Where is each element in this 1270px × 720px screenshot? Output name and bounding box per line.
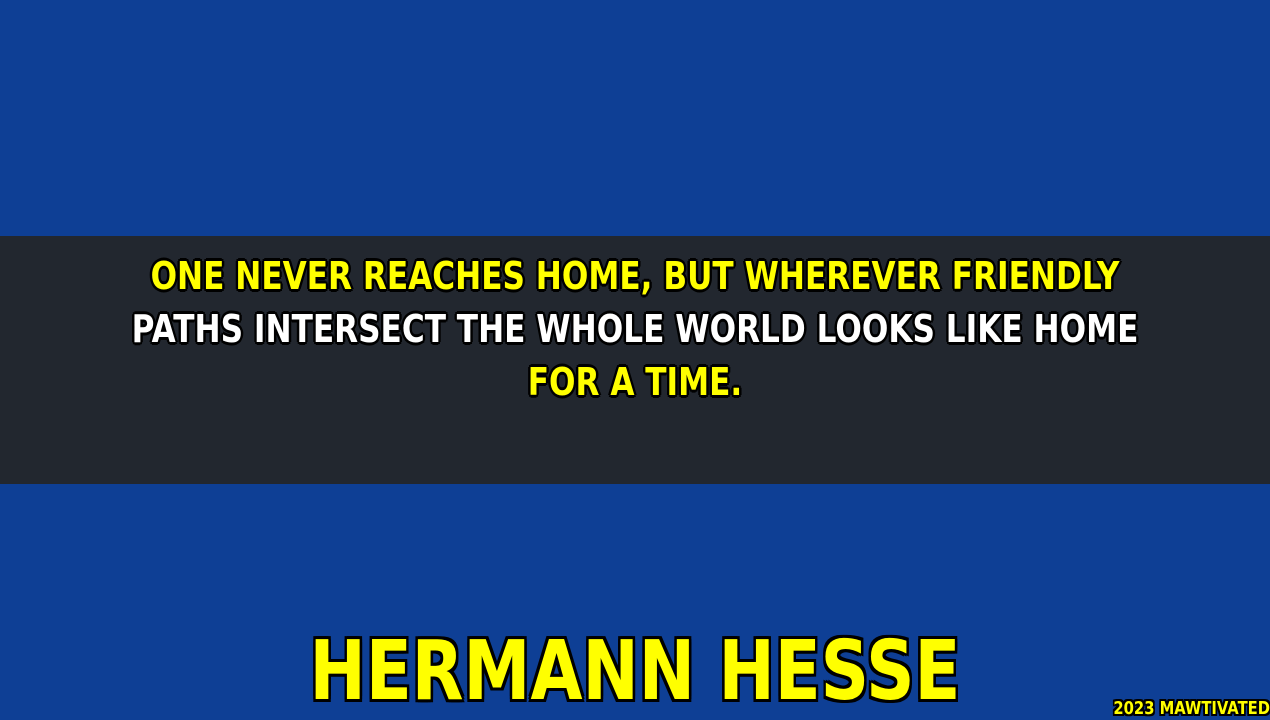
watermark-text: 2023 MAWTIVATED: [1113, 698, 1270, 719]
quote-line-3: FOR A TIME.: [527, 360, 743, 404]
quote-line-1: ONE NEVER REACHES HOME, BUT WHEREVER FRI…: [150, 254, 1120, 298]
author-name: HERMANN HESSE: [309, 624, 961, 719]
quote-text: ONE NEVER REACHES HOME, BUT WHEREVER FRI…: [114, 250, 1155, 409]
quote-line-2: PATHS INTERSECT THE WHOLE WORLD LOOKS LI…: [131, 307, 1139, 351]
